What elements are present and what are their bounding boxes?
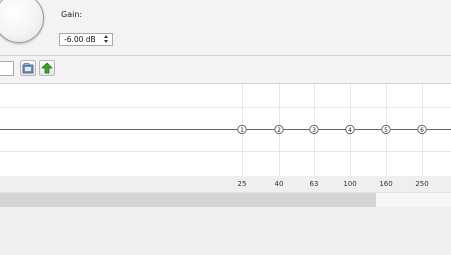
- gain-value[interactable]: -6.00 dB: [64, 35, 96, 45]
- upload-preset-button[interactable]: [39, 60, 55, 76]
- horizontal-scrollbar[interactable]: [0, 192, 451, 208]
- freq-label: 25: [237, 180, 247, 188]
- scrollbar-thumb[interactable]: [0, 193, 376, 207]
- band-handle-4[interactable]: 4: [345, 124, 355, 135]
- preset-field[interactable]: [0, 61, 14, 76]
- band-number: 6: [420, 127, 424, 134]
- frequency-axis: 25 40 63 100 160 250: [0, 176, 451, 192]
- gain-panel: Gain: -6.00 dB: [0, 0, 451, 56]
- spin-up-icon[interactable]: [104, 35, 108, 38]
- preset-toolbar: [0, 56, 451, 84]
- band-handle-2[interactable]: 2: [274, 124, 284, 135]
- freq-label: 250: [415, 180, 429, 188]
- band-number: 1: [240, 127, 244, 134]
- gain-spinbox[interactable]: -6.00 dB: [59, 33, 113, 46]
- band-number: 5: [384, 127, 388, 134]
- folder-open-icon: [22, 63, 34, 74]
- eq-graph-canvas[interactable]: 1 2 3 4 5 6: [0, 84, 451, 176]
- band-handle-5[interactable]: 5: [381, 124, 391, 135]
- spin-arrows-icon[interactable]: [103, 35, 110, 44]
- freq-label: 100: [343, 180, 357, 188]
- band-number: 4: [348, 127, 352, 134]
- spin-down-icon[interactable]: [104, 40, 108, 43]
- open-preset-button[interactable]: [20, 60, 36, 76]
- freq-label: 160: [379, 180, 393, 188]
- freq-label: 63: [309, 180, 319, 188]
- gain-label: Gain:: [61, 10, 83, 19]
- green-up-arrow-icon: [41, 62, 53, 74]
- bottom-panel: [0, 207, 451, 255]
- band-number: 2: [277, 127, 281, 134]
- eq-graph[interactable]: 1 2 3 4 5 6: [0, 84, 451, 176]
- band-handle-1[interactable]: 1: [237, 124, 247, 135]
- band-handle-6[interactable]: 6: [417, 124, 427, 135]
- band-number: 3: [312, 127, 316, 134]
- gain-knob[interactable]: [0, 0, 44, 43]
- band-handle-3[interactable]: 3: [309, 124, 319, 135]
- freq-label: 40: [274, 180, 284, 188]
